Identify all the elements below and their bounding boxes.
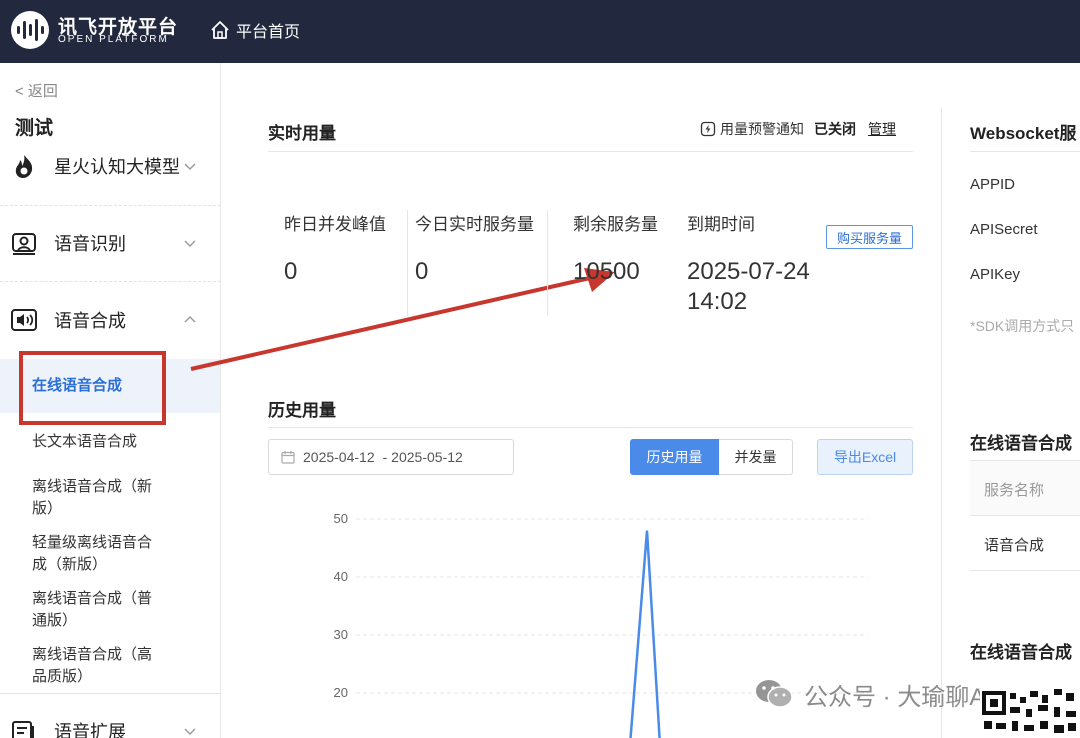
websocket-section-title: Websocket服 bbox=[970, 124, 1077, 143]
sidebar-group-label: 星火认知大模型 bbox=[54, 157, 180, 177]
speech-recognition-icon bbox=[12, 233, 36, 255]
stat-value-expiry-time: 14:02 bbox=[687, 288, 748, 315]
stat-value-yesterday-peak: 0 bbox=[284, 258, 298, 285]
chart-series-line bbox=[629, 530, 661, 738]
top-navigation-bar: 讯飞开放平台 OPEN PLATFORM 平台首页 bbox=[0, 0, 1080, 63]
stat-separator bbox=[407, 210, 408, 316]
sidebar-divider bbox=[0, 205, 220, 206]
appid-label: APPID bbox=[970, 176, 1016, 193]
online-tts-table-title: 在线语音合成 bbox=[970, 434, 1072, 453]
tab-history-usage[interactable]: 历史用量 bbox=[630, 439, 719, 475]
sidebar-divider bbox=[0, 693, 220, 694]
sidebar-item-offline-tts-new[interactable]: 离线语音合成（新版） bbox=[32, 476, 162, 520]
wechat-icon bbox=[756, 680, 793, 708]
stat-value-today-realtime: 0 bbox=[415, 258, 429, 285]
sidebar-group-speech-recognition[interactable]: 语音识别 bbox=[0, 221, 220, 265]
section-divider bbox=[970, 151, 1080, 152]
stat-label-yesterday-peak: 昨日并发峰值 bbox=[284, 215, 386, 234]
spark-flame-icon bbox=[15, 155, 33, 178]
chart-y-tick-label: 30 bbox=[334, 627, 348, 642]
stat-label-expiry: 到期时间 bbox=[687, 215, 755, 234]
speech-extension-icon bbox=[12, 721, 34, 738]
home-link-label: 平台首页 bbox=[236, 24, 301, 41]
chevron-down-icon bbox=[184, 728, 196, 735]
logo-subtitle: OPEN PLATFORM bbox=[58, 34, 169, 45]
watermark-text: 公众号 · 大瑜聊AI bbox=[804, 683, 993, 711]
annotation-highlight-box bbox=[19, 351, 166, 425]
apikey-label: APIKey bbox=[970, 266, 1021, 283]
sidebar-group-label: 语音扩展 bbox=[54, 722, 126, 738]
sidebar-title: 测试 bbox=[15, 118, 54, 139]
sidebar-divider bbox=[0, 281, 220, 282]
panel-separator bbox=[941, 108, 942, 738]
chart-y-tick-label: 20 bbox=[334, 685, 348, 700]
date-end: - 2025-05-12 bbox=[382, 449, 463, 465]
date-range-picker[interactable]: 2025-04-12 - 2025-05-12 bbox=[268, 439, 514, 475]
buy-service-button[interactable]: 购买服务量 bbox=[826, 225, 913, 249]
tab-concurrency[interactable]: 并发量 bbox=[719, 439, 793, 475]
manage-link[interactable]: 管理 bbox=[868, 119, 896, 139]
lightning-alert-icon bbox=[700, 121, 716, 137]
table-cell-service: 语音合成 bbox=[984, 537, 1045, 554]
stat-label-today-realtime: 今日实时服务量 bbox=[415, 215, 534, 234]
stat-label-remaining: 剩余服务量 bbox=[573, 215, 658, 234]
export-excel-button[interactable]: 导出Excel bbox=[817, 439, 913, 475]
stat-value-expiry-date: 2025-07-24 bbox=[687, 258, 810, 285]
chart-y-tick-label: 50 bbox=[334, 511, 348, 526]
sidebar-item-long-text-tts[interactable]: 长文本语音合成 bbox=[32, 431, 182, 453]
section-divider bbox=[268, 151, 913, 152]
iflytek-logo-icon[interactable] bbox=[8, 10, 52, 50]
chevron-down-icon bbox=[184, 240, 196, 247]
usage-alert-status: 已关闭 bbox=[814, 121, 856, 137]
chevron-up-icon bbox=[184, 316, 196, 323]
chart-y-tick-label: 40 bbox=[334, 569, 348, 584]
stat-separator bbox=[547, 210, 548, 316]
qr-code-icon bbox=[980, 683, 1080, 738]
table-header-service-name: 服务名称 bbox=[984, 482, 1045, 499]
sidebar-item-offline-tts-standard[interactable]: 离线语音合成（普通版） bbox=[32, 588, 162, 632]
stat-value-remaining: 10500 bbox=[573, 258, 640, 285]
sidebar-group-speech-extension[interactable]: 语音扩展 bbox=[0, 709, 220, 738]
online-tts-section-title-2: 在线语音合成 bbox=[970, 643, 1072, 662]
table-divider bbox=[970, 570, 1080, 571]
watermark: 公众号 · 大瑜聊AI bbox=[754, 676, 992, 712]
sidebar-group-speech-synthesis[interactable]: 语音合成 bbox=[0, 298, 220, 342]
sdk-note: *SDK调用方式只 bbox=[970, 318, 1075, 334]
sidebar-item-lightweight-offline-tts[interactable]: 轻量级离线语音合成（新版） bbox=[32, 532, 162, 576]
sidebar-item-offline-tts-hq[interactable]: 离线语音合成（高品质版） bbox=[32, 644, 162, 688]
sidebar-group-spark-model[interactable]: 星火认知大模型 bbox=[0, 144, 220, 188]
apisecret-label: APISecret bbox=[970, 221, 1038, 238]
history-usage-title: 历史用量 bbox=[268, 401, 336, 420]
usage-alert-label: 用量预警通知 bbox=[720, 121, 804, 137]
table-divider bbox=[970, 515, 1080, 516]
history-tab-group: 历史用量 并发量 bbox=[630, 439, 793, 475]
section-divider bbox=[268, 427, 913, 428]
chevron-down-icon bbox=[184, 163, 196, 170]
calendar-icon bbox=[281, 451, 295, 464]
speaker-icon bbox=[11, 309, 37, 331]
back-link[interactable]: < 返回 bbox=[15, 80, 58, 101]
realtime-usage-title: 实时用量 bbox=[268, 124, 336, 143]
home-icon bbox=[211, 21, 229, 39]
platform-home-link[interactable]: 平台首页 bbox=[209, 18, 300, 42]
sidebar-group-label: 语音识别 bbox=[54, 234, 126, 254]
date-start: 2025-04-12 bbox=[303, 449, 375, 465]
usage-alert-row: 用量预警通知 已关闭 管理 bbox=[700, 119, 896, 139]
sidebar-group-label: 语音合成 bbox=[54, 311, 126, 331]
